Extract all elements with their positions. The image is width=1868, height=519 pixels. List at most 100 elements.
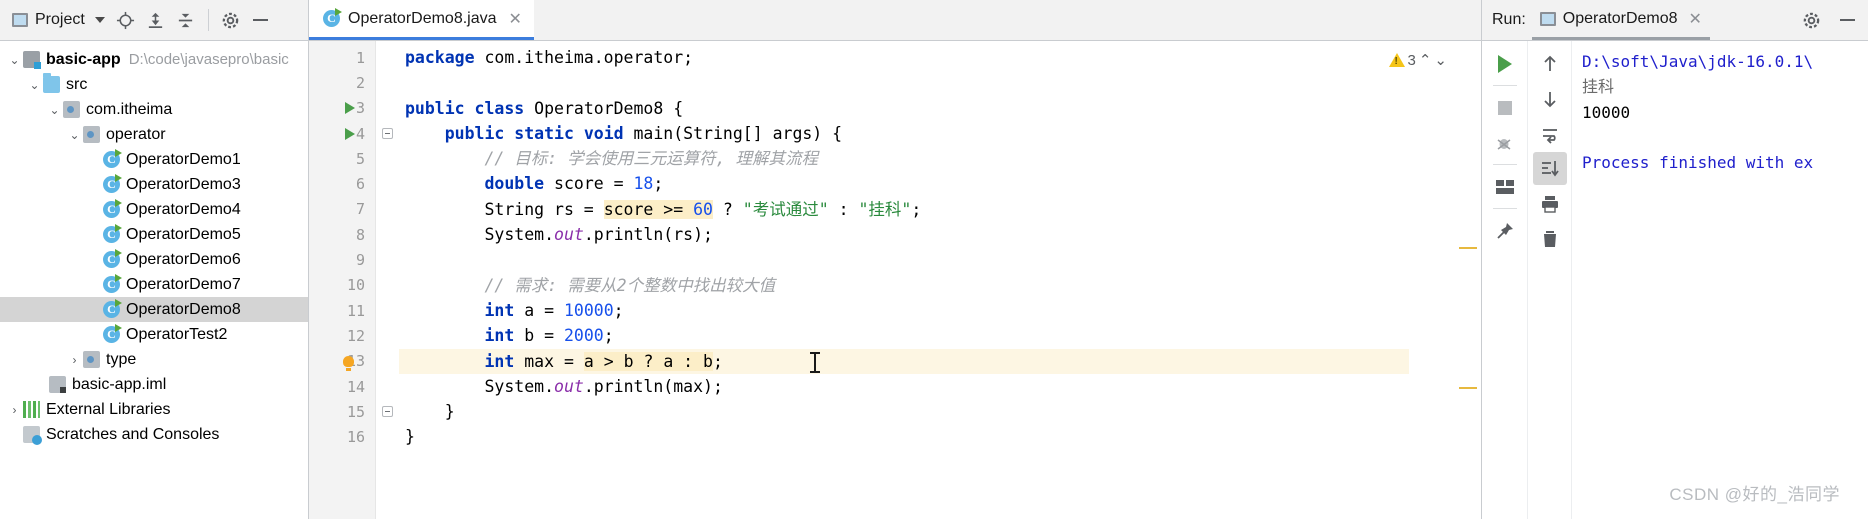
project-panel-icon [12,13,28,27]
editor-fold-column[interactable] [376,41,399,519]
project-panel-selector[interactable]: Project [6,9,111,31]
project-panel-label: Project [35,11,85,28]
tree-item-operatordemo6[interactable]: C OperatorDemo6 [0,247,308,272]
text-cursor [810,352,820,373]
locate-target-icon[interactable] [111,6,141,34]
toolbar-divider [1492,164,1517,165]
tree-item-src[interactable]: ⌄ src [0,72,308,97]
warning-count: 3 [1407,51,1416,69]
tree-item-operatordemo4[interactable]: C OperatorDemo4 [0,197,308,222]
code-line: public class OperatorDemo8 { [405,98,684,118]
close-icon[interactable]: ✕ [509,9,522,29]
intention-bulb-icon[interactable] [343,355,354,371]
close-icon[interactable]: ✕ [1689,9,1702,29]
java-class-icon: C [103,299,122,318]
tab-label: OperatorDemo8.java [348,9,497,27]
tree-item-label: External Libraries [46,400,171,418]
run-actions-toolbar[interactable] [1482,41,1528,519]
next-problem-icon[interactable]: ⌄ [1434,51,1447,69]
console-output[interactable]: D:\soft\Java\jdk-16.0.1\ 挂科 10000 Proces… [1572,41,1868,519]
run-main-gutter-icon[interactable] [345,127,355,140]
code-text-area[interactable]: package com.itheima.operator; public cla… [399,41,1409,519]
editor-inspection-strip[interactable]: 3 ⌃ ⌄ [1388,41,1481,519]
settings-gear-icon[interactable] [216,6,246,34]
java-class-icon: C [103,274,122,293]
project-tree[interactable]: ⌄ basic-app D:\code\javasepro\basic ⌄ sr… [0,41,308,519]
run-config-tab[interactable]: OperatorDemo8 ✕ [1531,0,1710,40]
soft-wrap-button[interactable] [1533,117,1567,150]
hide-panel-icon[interactable] [246,6,276,34]
code-line: double score = 18; [484,174,664,194]
code-line: String rs = score >= 60 ? "考试通过" : "挂科"; [405,199,922,219]
tree-item-operatordemo5[interactable]: C OperatorDemo5 [0,222,308,247]
tree-item-operatordemo7[interactable]: C OperatorDemo7 [0,272,308,297]
fold-collapse-icon[interactable] [382,406,393,418]
tree-item-basic-app[interactable]: ⌄ basic-app D:\code\javasepro\basic [0,47,308,72]
chevron-collapsed-icon[interactable]: › [6,403,23,417]
code-line: // 目标: 学会使用三元运算符, 理解其流程 [405,149,819,169]
fold-slot [376,323,399,348]
gutter-line: 14 [346,377,365,396]
inspection-marker[interactable] [1459,247,1477,249]
tree-item-label: OperatorTest2 [126,325,228,343]
down-the-stack-trace-button[interactable] [1533,82,1567,115]
tree-item-label: OperatorDemo5 [126,225,241,243]
libraries-icon [23,401,40,418]
tree-item-type[interactable]: › type [0,347,308,372]
chevron-expanded-icon[interactable]: ⌄ [26,78,43,92]
fold-slot [376,349,399,374]
gutter-line: 3 [309,96,375,121]
tree-item-com-itheima[interactable]: ⌄ com.itheima [0,97,308,122]
expand-all-icon[interactable] [141,6,171,34]
tree-item-operatordemo3[interactable]: C OperatorDemo3 [0,172,308,197]
fold-slot [376,45,399,70]
ide-window: Project ⌄ basic-app D:\code\javasepro\ba… [0,0,1868,519]
chevron-collapsed-icon[interactable]: › [66,353,83,367]
tree-item-label: type [106,350,137,368]
fold-slot [376,197,399,222]
tree-item-operatordemo8[interactable]: C OperatorDemo8 [0,297,308,322]
pin-tab-button[interactable] [1488,214,1522,247]
tree-item-operatortest2[interactable]: C OperatorTest2 [0,322,308,347]
gutter-line: 8 [355,225,365,244]
run-settings-gear-icon[interactable] [1796,6,1826,34]
fold-collapse-icon[interactable] [382,128,393,140]
console-actions-toolbar[interactable] [1528,41,1572,519]
watermark: CSDN @好的_浩同学 [1669,485,1840,504]
java-class-icon: C [103,149,122,168]
stop-button[interactable] [1488,91,1522,124]
chevron-expanded-icon[interactable]: ⌄ [6,53,23,67]
tree-item-label: OperatorDemo1 [126,150,241,168]
inspection-marker[interactable] [1459,387,1477,389]
fold-slot [376,222,399,247]
run-class-gutter-icon[interactable] [345,102,355,115]
tree-item-basic-app-iml[interactable]: basic-app.iml [0,372,308,397]
tab-operatordemo8-java[interactable]: C OperatorDemo8.java ✕ [309,0,534,40]
chevron-down-icon[interactable] [94,17,105,23]
up-the-stack-trace-button[interactable] [1533,47,1567,80]
inspection-summary[interactable]: 3 ⌃ ⌄ [1388,51,1447,69]
tree-item-label: OperatorDemo6 [126,250,241,268]
clear-all-button[interactable] [1533,222,1567,255]
tree-item-path: D:\code\javasepro\basic [128,51,289,68]
previous-problem-icon[interactable]: ⌃ [1419,51,1432,69]
debug-button[interactable] [1488,126,1522,159]
code-line: // 需求: 需要从2个整数中找出较大值 [405,275,776,295]
print-button[interactable] [1533,187,1567,220]
chevron-expanded-icon[interactable]: ⌄ [66,128,83,142]
editor-viewport[interactable]: 1 2 3 4 5 6 7 8 9 10 11 12 13 14 15 16 p… [309,41,1481,519]
rerun-button[interactable] [1488,47,1522,80]
hide-run-panel-icon[interactable] [1832,6,1862,34]
tree-item-label: com.itheima [86,100,173,118]
code-line: System.out.println(max); [405,376,723,396]
chevron-expanded-icon[interactable]: ⌄ [46,103,63,117]
editor-gutter[interactable]: 1 2 3 4 5 6 7 8 9 10 11 12 13 14 15 16 [309,41,376,519]
tree-item-operator[interactable]: ⌄ operator [0,122,308,147]
scroll-to-end-button[interactable] [1532,152,1567,185]
tree-item-external-libraries[interactable]: › External Libraries [0,397,308,422]
collapse-all-icon[interactable] [171,6,201,34]
layout-button[interactable] [1488,170,1522,203]
tree-item-operatordemo1[interactable]: C OperatorDemo1 [0,147,308,172]
tree-item-scratches-and-consoles[interactable]: › Scratches and Consoles [0,422,308,447]
